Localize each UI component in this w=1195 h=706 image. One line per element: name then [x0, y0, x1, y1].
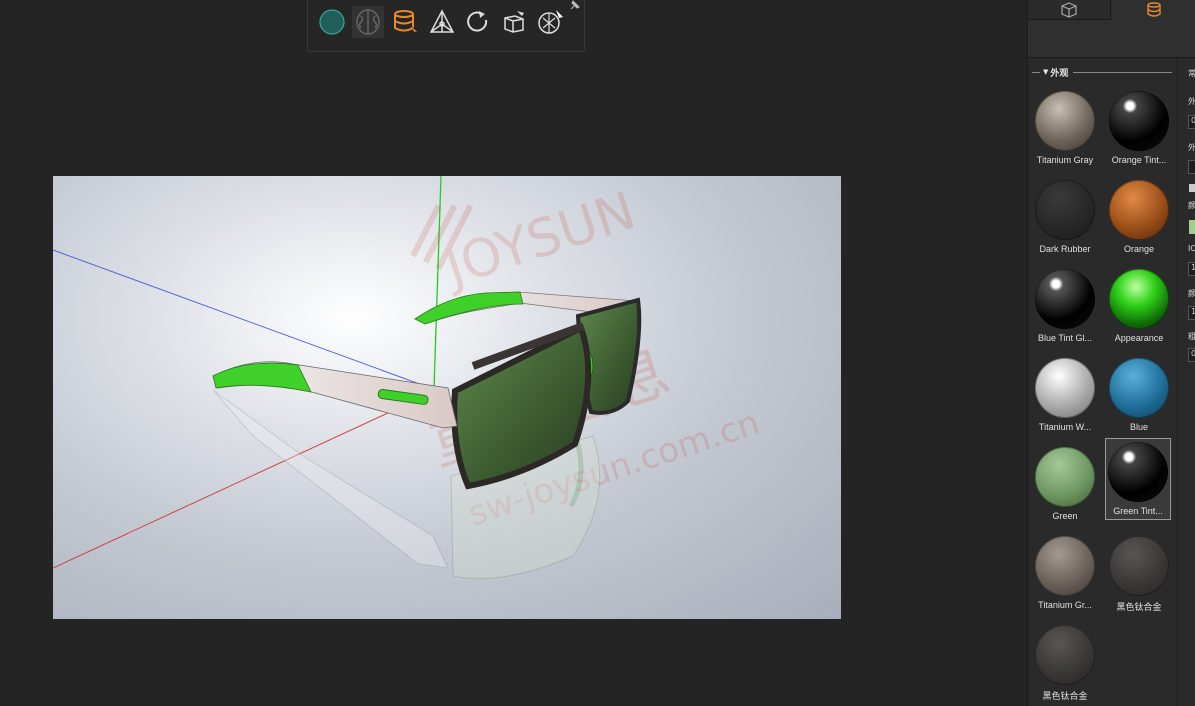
material-swatch[interactable]: 黑色钛合金: [1032, 622, 1098, 706]
material-ball: [1035, 180, 1095, 240]
material-swatch-selected[interactable]: Green Tint...: [1105, 438, 1171, 520]
section-header[interactable]: ▼ 外观: [1032, 66, 1172, 79]
material-ball: [1035, 625, 1095, 685]
material-swatch[interactable]: Titanium Gray: [1032, 88, 1098, 172]
material-ball: [1109, 358, 1169, 418]
material-swatch[interactable]: Titanium W...: [1032, 355, 1098, 439]
material-ball: [1035, 269, 1095, 329]
render-icon[interactable]: [534, 6, 566, 38]
property-field[interactable]: [1188, 160, 1195, 174]
appearance-sphere-icon[interactable]: [316, 6, 348, 38]
color-swatch[interactable]: [1189, 220, 1195, 234]
rotate-icon[interactable]: [462, 6, 494, 38]
material-ball: [1108, 442, 1168, 502]
3d-viewport[interactable]: JOYSUN 重庆信息 sw-joysun.com.cn: [53, 176, 841, 619]
watermark-brand: JOYSUN: [436, 181, 643, 299]
sunglasses-render: JOYSUN 重庆信息 sw-joysun.com.cn: [53, 176, 764, 579]
material-ball: [1109, 536, 1169, 596]
property-checkbox[interactable]: [1189, 184, 1195, 192]
material-library-icon[interactable]: [390, 6, 422, 38]
material-ball: [1035, 536, 1095, 596]
material-ball: [1035, 358, 1095, 418]
material-ball: [1109, 180, 1169, 240]
pane-header: [1028, 20, 1195, 58]
material-swatch[interactable]: Blue: [1106, 355, 1172, 439]
task-pane: ▼ 外观 Titanium Gray Orange Tint... Dark R…: [1027, 0, 1195, 706]
property-field[interactable]: 1: [1188, 306, 1195, 320]
property-field[interactable]: 1: [1188, 262, 1195, 276]
app-window: JOYSUN 重庆信息 sw-joysun.com.cn: [0, 0, 1195, 706]
material-swatch[interactable]: Orange Tint...: [1106, 88, 1172, 172]
material-ball: [1109, 91, 1169, 151]
scene-icon[interactable]: [426, 6, 458, 38]
cube-icon: [1061, 1, 1077, 18]
material-swatch[interactable]: Green: [1032, 444, 1098, 528]
material-ball: [1035, 447, 1095, 507]
appearance-properties: 常 外 0 外 颜 IO 1 颜 1 粗 0: [1179, 58, 1195, 706]
material-ball: [1035, 91, 1095, 151]
section-title: 外观: [1050, 68, 1069, 79]
material-ball: [1109, 269, 1169, 329]
material-swatch[interactable]: Blue Tint Gl...: [1032, 266, 1098, 350]
tab-appearances[interactable]: [1112, 0, 1195, 20]
tab-model[interactable]: [1028, 0, 1111, 20]
property-field[interactable]: 0: [1188, 348, 1195, 362]
material-swatch[interactable]: Dark Rubber: [1032, 177, 1098, 261]
floating-toolbar: [307, 0, 585, 52]
decals-icon[interactable]: [352, 6, 384, 38]
database-icon: [1147, 2, 1161, 17]
appearance-library: ▼ 外观 Titanium Gray Orange Tint... Dark R…: [1028, 58, 1178, 706]
property-field[interactable]: 0: [1188, 115, 1195, 129]
material-swatch[interactable]: Titanium Gr...: [1032, 533, 1098, 617]
material-swatch[interactable]: 黑色钛合金: [1106, 533, 1172, 617]
collapse-triangle-icon: ▼: [1043, 68, 1049, 76]
pin-icon[interactable]: [568, 0, 582, 12]
material-swatch[interactable]: Orange: [1106, 177, 1172, 261]
camera-icon[interactable]: [498, 6, 530, 38]
material-swatch[interactable]: Appearance: [1106, 266, 1172, 350]
